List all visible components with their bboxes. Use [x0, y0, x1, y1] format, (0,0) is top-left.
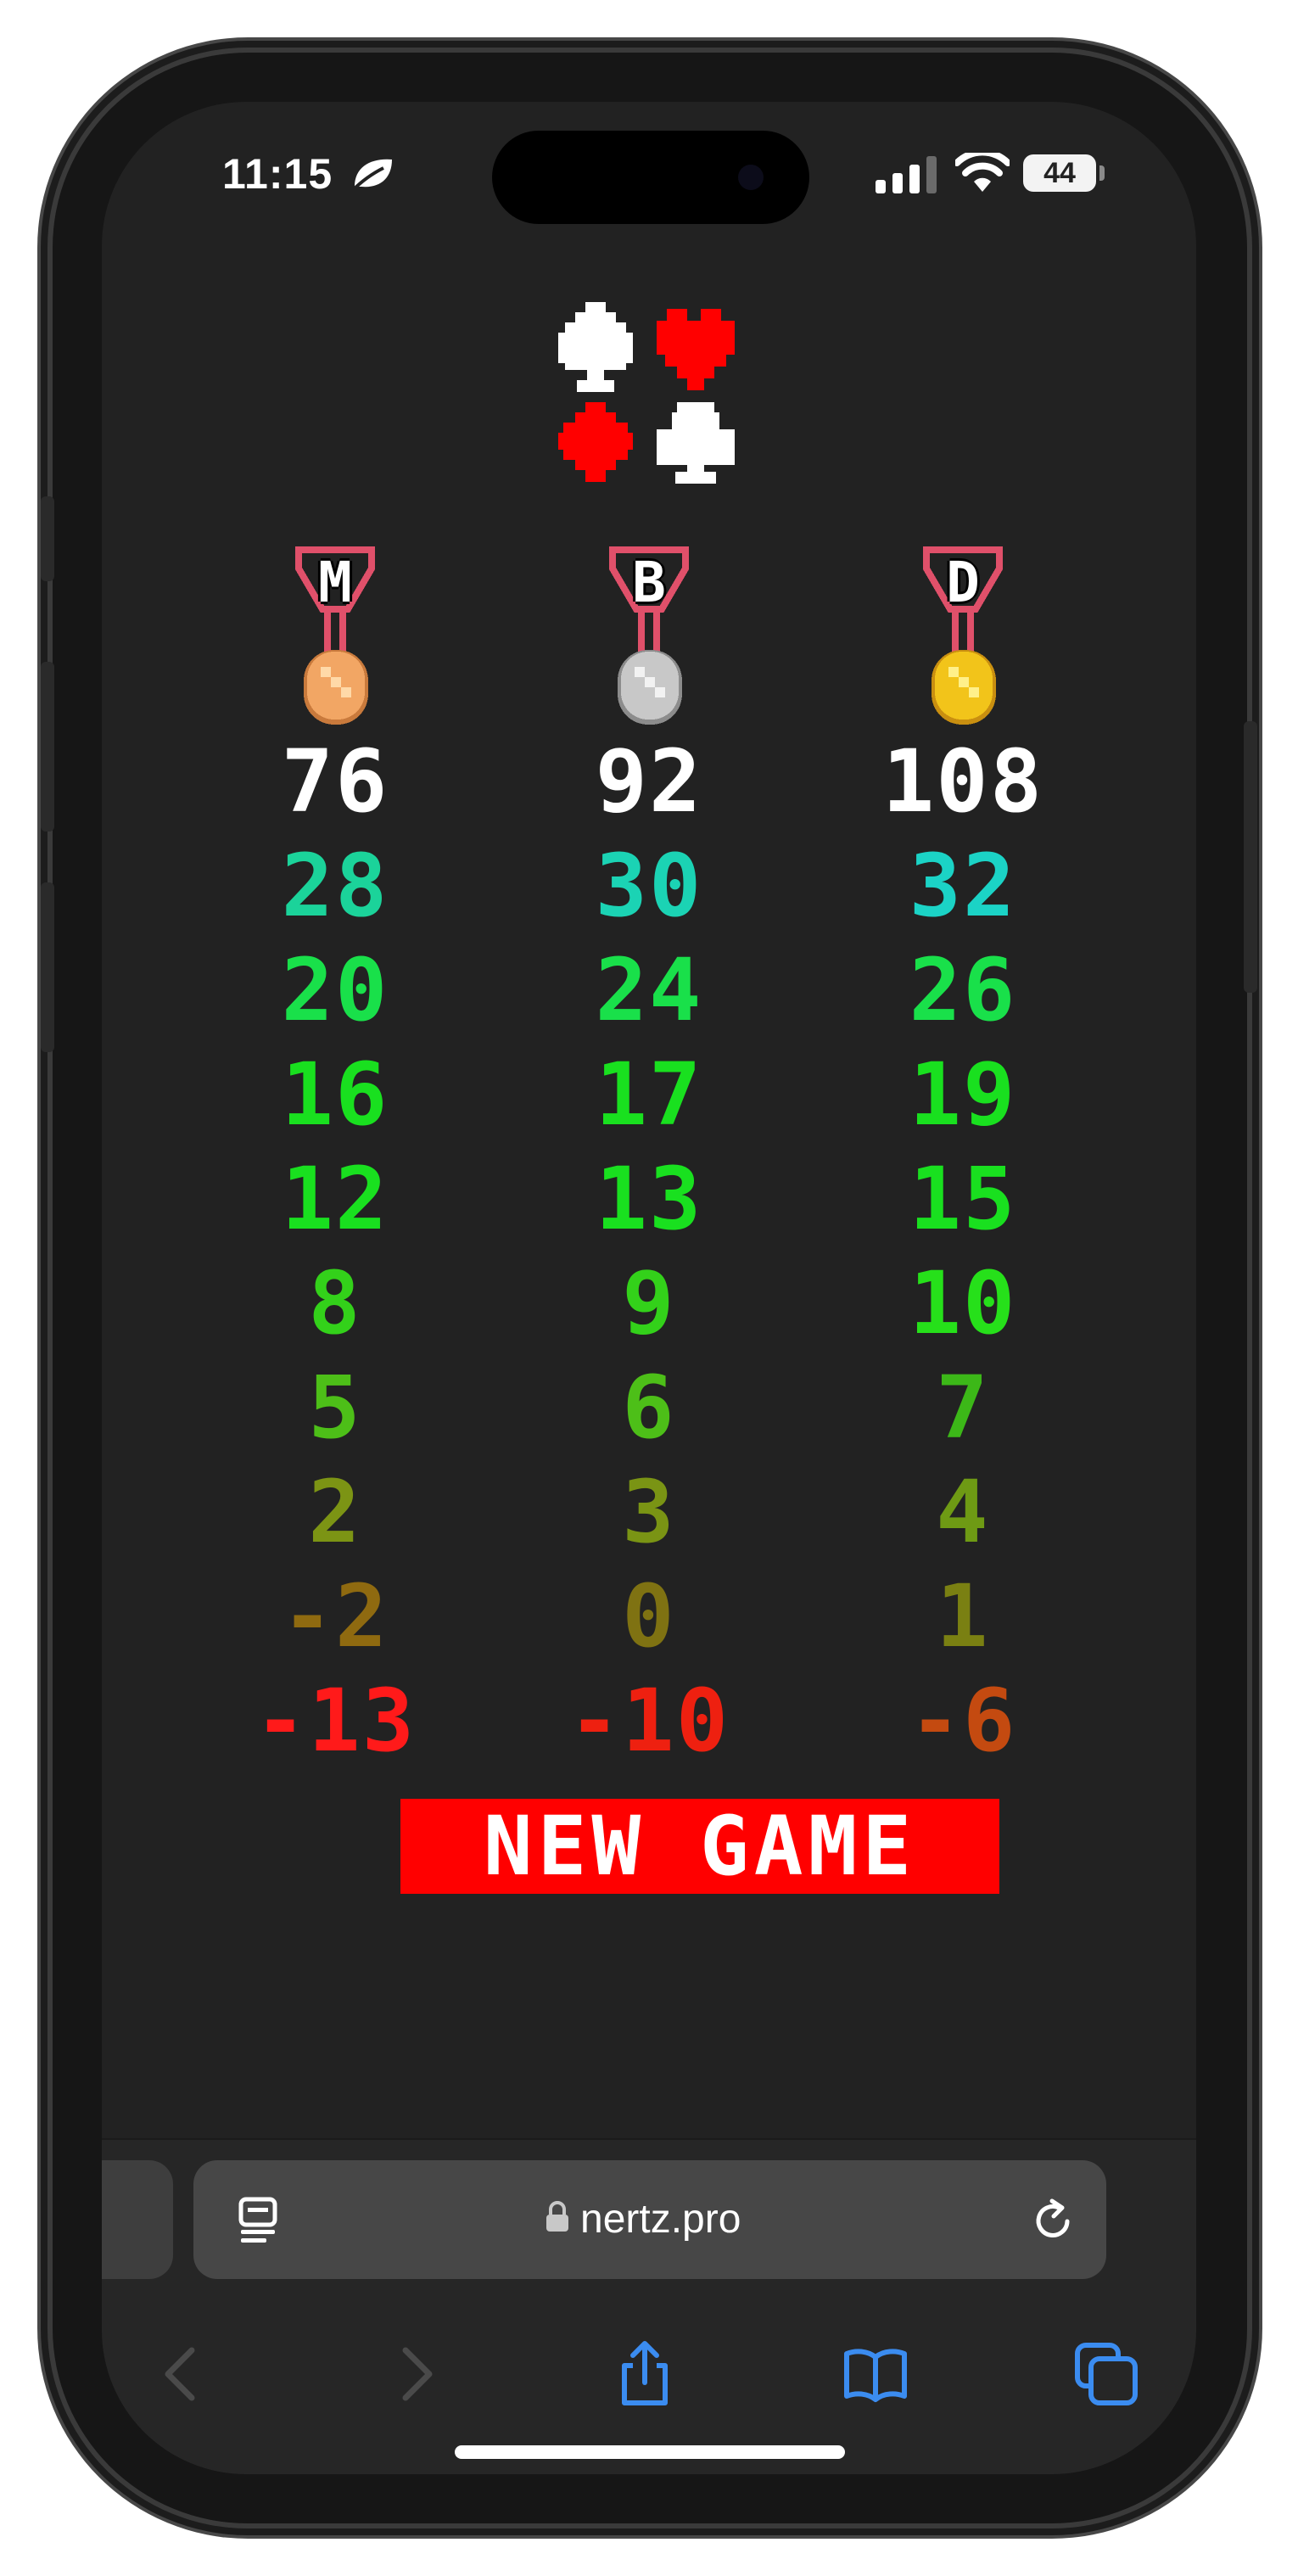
- tabs-icon[interactable]: [1072, 2340, 1140, 2408]
- signal-icon: [876, 156, 937, 193]
- diamond-icon: [558, 402, 633, 482]
- home-indicator: [455, 2445, 845, 2459]
- round-score: 3: [622, 1462, 676, 1563]
- volume-down-button: [41, 882, 54, 1052]
- round-score: 12: [281, 1149, 389, 1250]
- player-column: B 92 30 24 17 13 9 6 3 0 -10: [492, 543, 806, 1773]
- round-score: -10: [568, 1671, 730, 1772]
- player-total: 92: [595, 731, 703, 832]
- round-score: 4: [936, 1462, 990, 1563]
- reload-icon[interactable]: [1030, 2196, 1077, 2243]
- card-suits-logo: [558, 302, 735, 484]
- forward-icon[interactable]: [380, 2340, 448, 2408]
- player-column: M 76 28 20 16 12 8 5 2 -2 -13: [178, 543, 492, 1773]
- player-total: 76: [281, 731, 389, 832]
- gold-medal: D: [916, 543, 1010, 730]
- club-icon: [657, 402, 735, 484]
- bronze-medal: M: [288, 543, 382, 730]
- round-score: 1: [936, 1566, 990, 1667]
- round-score: 13: [595, 1149, 703, 1250]
- round-score: 26: [909, 940, 1017, 1041]
- player-initial: D: [946, 550, 980, 615]
- battery-indicator: 44: [1023, 154, 1096, 192]
- back-icon[interactable]: [149, 2340, 217, 2408]
- round-score: 10: [909, 1253, 1017, 1354]
- round-score: 6: [622, 1358, 676, 1459]
- player-column: D 108 32 26 19 15 10 7 4 1 -6: [806, 543, 1120, 1773]
- wifi-icon: [955, 153, 1010, 192]
- round-score: 28: [281, 836, 389, 937]
- round-score: 15: [909, 1149, 1017, 1250]
- safari-toolbar: nertz.pro: [102, 2138, 1196, 2474]
- round-score: -6: [909, 1671, 1017, 1772]
- front-camera: [738, 165, 764, 190]
- power-button: [1244, 721, 1257, 993]
- round-score: 2: [308, 1462, 362, 1563]
- round-score: 7: [936, 1358, 990, 1459]
- round-score: 19: [909, 1044, 1017, 1145]
- previous-tab-peek[interactable]: [102, 2160, 173, 2279]
- lock-icon: [546, 2201, 568, 2232]
- round-score: 32: [909, 836, 1017, 937]
- share-icon[interactable]: [611, 2340, 679, 2408]
- round-score: 20: [281, 940, 389, 1041]
- bookmarks-icon[interactable]: [842, 2340, 909, 2408]
- silver-medal: B: [602, 543, 696, 730]
- heart-icon: [657, 309, 735, 390]
- round-score: 8: [308, 1253, 362, 1354]
- screen: 11:15 44 M 76 28 20 16 12 8 5 2 -2 -13 B…: [102, 102, 1196, 2474]
- round-score: 9: [622, 1253, 676, 1354]
- action-button: [41, 496, 54, 581]
- round-score: 16: [281, 1044, 389, 1145]
- volume-up-button: [41, 662, 54, 832]
- status-time: 11:15: [222, 150, 333, 198]
- reader-icon[interactable]: [236, 2196, 280, 2243]
- dynamic-island: [492, 131, 809, 224]
- round-score: 24: [595, 940, 703, 1041]
- round-score: -2: [281, 1566, 389, 1667]
- url-text[interactable]: nertz.pro: [580, 2160, 741, 2279]
- round-score: 30: [595, 836, 703, 937]
- spade-icon: [558, 302, 633, 392]
- round-score: 5: [308, 1358, 362, 1459]
- battery-nub: [1099, 165, 1105, 181]
- leaf-icon: [351, 159, 392, 192]
- new-game-button[interactable]: NEW GAME: [400, 1799, 999, 1894]
- scoreboard: M 76 28 20 16 12 8 5 2 -2 -13 B 92 30 24 17 13 9 6 3 0-…: [178, 543, 1120, 1773]
- address-bar[interactable]: nertz.pro: [193, 2160, 1106, 2279]
- player-initial: M: [318, 550, 352, 615]
- round-score: 0: [622, 1566, 676, 1667]
- round-score: -13: [254, 1671, 417, 1772]
- round-score: 17: [595, 1044, 703, 1145]
- player-initial: B: [632, 550, 666, 615]
- player-total: 108: [881, 731, 1044, 832]
